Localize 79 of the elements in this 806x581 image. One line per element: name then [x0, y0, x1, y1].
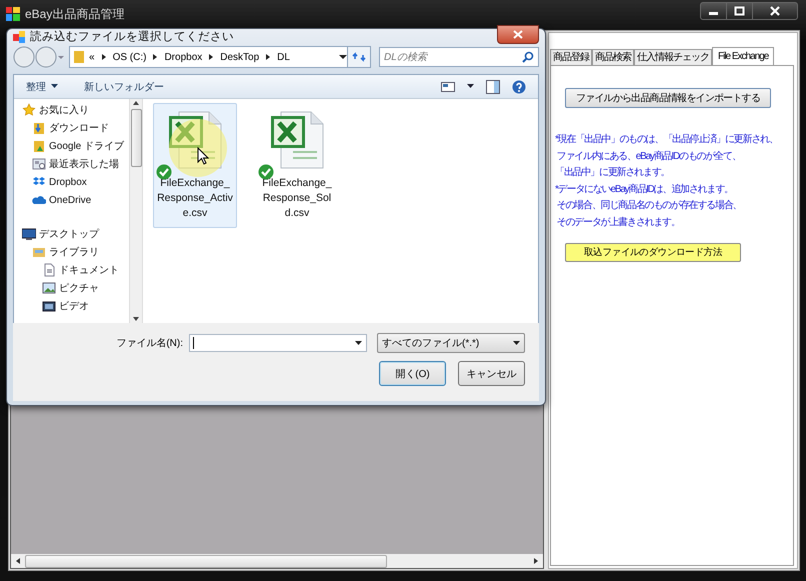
dropdown-caret-icon[interactable]	[339, 53, 347, 61]
document-icon	[42, 263, 56, 277]
refresh-button[interactable]	[348, 46, 371, 68]
file-item[interactable]: FileExchange_Response_Active.csv	[153, 103, 237, 228]
breadcrumb[interactable]: DeskTop	[220, 52, 260, 62]
dialog-button[interactable]: キャンセル	[458, 361, 525, 386]
chevron-icon[interactable]	[264, 53, 272, 61]
dialog-title: 読み込むファイルを選択してください	[30, 30, 235, 44]
file-name: FileExchange_Response_Sold.csv	[261, 176, 333, 221]
file-name-label: ファイル名(N):	[116, 337, 183, 350]
folder-icon	[74, 50, 84, 64]
download-folder-icon	[32, 121, 46, 135]
note-text: 「出品中」に更新されます。	[555, 166, 670, 180]
dialog-button[interactable]: 開く(O)	[379, 361, 446, 386]
nav-item[interactable]: Google ドライブ	[14, 137, 129, 155]
nav-item[interactable]: 最近表示した場	[14, 155, 129, 173]
picture-icon	[42, 281, 56, 295]
new-folder-button[interactable]: 新しいフォルダー	[84, 80, 164, 94]
scroll-thumb[interactable]	[130, 109, 142, 167]
nav-item[interactable]: Dropbox	[14, 173, 129, 191]
tab[interactable]: 商品登録	[550, 49, 592, 65]
refresh-icon	[352, 51, 366, 63]
drive-folder-icon	[32, 139, 46, 153]
window-title: eBay出品商品管理	[25, 6, 126, 22]
chevron-icon[interactable]	[100, 53, 108, 61]
nav-item[interactable]: ダウンロード	[14, 119, 129, 137]
click-highlight	[169, 119, 227, 177]
nav-item[interactable]: ドキュメント	[14, 261, 129, 279]
note-text: ファイル内にある、eBay商品IDのものが全て、	[556, 150, 742, 164]
dropdown-caret-icon	[513, 340, 520, 346]
download-help-button[interactable]: 取込ファイルのダウンロード方法	[565, 243, 742, 262]
breadcrumb[interactable]: OS (C:)	[112, 52, 146, 62]
tab[interactable]: File Exchange	[712, 47, 774, 65]
nav-item[interactable]: ピクチャ	[14, 279, 129, 297]
help-icon[interactable]	[512, 80, 526, 94]
nav-item[interactable]: OneDrive	[14, 191, 129, 209]
breadcrumb-overflow[interactable]: «	[89, 52, 95, 62]
address-bar[interactable]: « OS (C:) Dropbox DeskTop DL	[69, 46, 348, 68]
tab[interactable]: 仕入情報チェック	[634, 49, 712, 65]
star-icon	[22, 103, 36, 117]
caret-icon[interactable]	[467, 84, 474, 89]
note-text: その場合、同じ商品名のものが存在する場合、	[556, 198, 742, 213]
video-icon	[42, 299, 56, 313]
breadcrumb[interactable]: DL	[277, 52, 290, 62]
import-button[interactable]: ファイルから出品商品情報をインポートする	[565, 88, 772, 108]
note-text: そのデータが上書きされます。	[556, 216, 681, 230]
file-item[interactable]: FileExchange_Response_Sold.csv	[255, 103, 339, 228]
file-name-field[interactable]	[189, 334, 367, 352]
app-icon	[6, 7, 20, 21]
cloud-icon	[32, 193, 46, 207]
nav-item[interactable]: お気に入り	[14, 101, 129, 119]
breadcrumb[interactable]: Dropbox	[164, 52, 202, 62]
cursor-icon	[197, 147, 209, 165]
vertical-scrollbar[interactable]	[129, 99, 143, 323]
chevron-icon[interactable]	[207, 53, 216, 61]
close-button[interactable]	[497, 25, 539, 44]
scroll-thumb[interactable]	[25, 554, 387, 568]
nav-item[interactable]: ライブラリ	[14, 243, 129, 261]
organize-menu[interactable]: 整理	[26, 80, 58, 94]
dropdown-caret-icon	[355, 340, 362, 346]
dialog-icon	[13, 30, 25, 42]
horizontal-scrollbar[interactable]	[11, 554, 543, 568]
note-text: *データにないeBay商品IDは、追加されます。	[555, 182, 734, 196]
preview-pane-icon[interactable]	[486, 80, 500, 94]
view-icon[interactable]	[441, 80, 455, 92]
monitor-icon	[22, 227, 36, 241]
note-text: *現在「出品中」のものは、「出品停止済」に更新され、	[555, 132, 778, 147]
search-field[interactable]: DLの検索	[379, 47, 539, 67]
file-name: FileExchange_Response_Active.csv	[157, 176, 233, 221]
tab[interactable]: 商品検索	[592, 49, 634, 65]
file-type-select[interactable]: すべてのファイル(*.*)	[377, 333, 525, 353]
nav-item[interactable]: デスクトップ	[14, 225, 129, 243]
nav-item[interactable]: ビデオ	[14, 297, 129, 315]
chevron-icon[interactable]	[151, 53, 160, 61]
caret-icon	[51, 84, 58, 89]
search-icon	[522, 51, 534, 63]
recent-places-icon	[32, 157, 46, 171]
library-folder-icon	[32, 245, 46, 259]
close-icon	[513, 30, 523, 39]
